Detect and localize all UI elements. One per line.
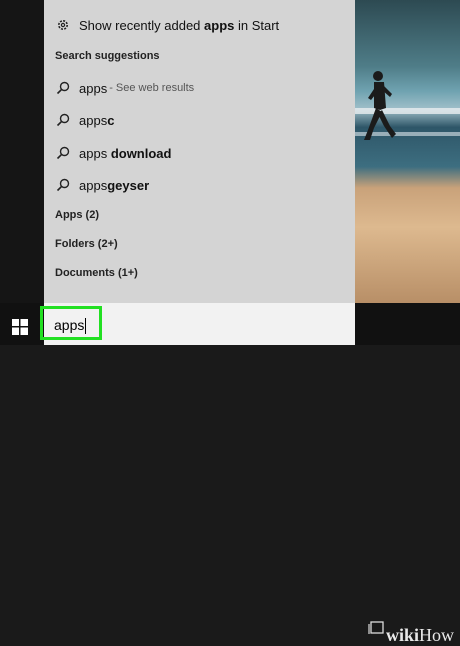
suggestion-item[interactable]: apps c xyxy=(55,109,114,131)
settings-result[interactable]: Show recently added apps in Start xyxy=(55,14,279,36)
start-left-rail xyxy=(0,0,44,303)
search-results-panel: Show recently added apps in Start Search… xyxy=(44,0,355,303)
documents-category[interactable]: Documents (1+) xyxy=(55,267,138,279)
search-icon xyxy=(55,177,71,193)
runner-silhouette xyxy=(364,71,396,140)
search-icon xyxy=(55,80,71,96)
folders-category[interactable]: Folders (2+) xyxy=(55,238,118,250)
task-view-icon[interactable] xyxy=(368,621,386,635)
search-icon xyxy=(55,145,71,161)
suggestion-item[interactable]: apps - See web results xyxy=(55,77,194,99)
wikihow-watermark: wikiHow xyxy=(386,625,455,645)
search-icon xyxy=(55,112,71,128)
windows-start-icon[interactable] xyxy=(12,319,28,335)
search-suggestions-header: Search suggestions xyxy=(55,50,160,62)
suggestion-item[interactable]: apps download xyxy=(55,142,171,164)
desktop-wallpaper xyxy=(355,0,460,303)
apps-category[interactable]: Apps (2) xyxy=(55,209,99,221)
settings-result-label: Show recently added apps in Start xyxy=(79,17,280,33)
gear-icon xyxy=(55,17,71,33)
suggestion-item[interactable]: apps geyser xyxy=(55,174,149,196)
search-input-highlight xyxy=(40,306,102,340)
